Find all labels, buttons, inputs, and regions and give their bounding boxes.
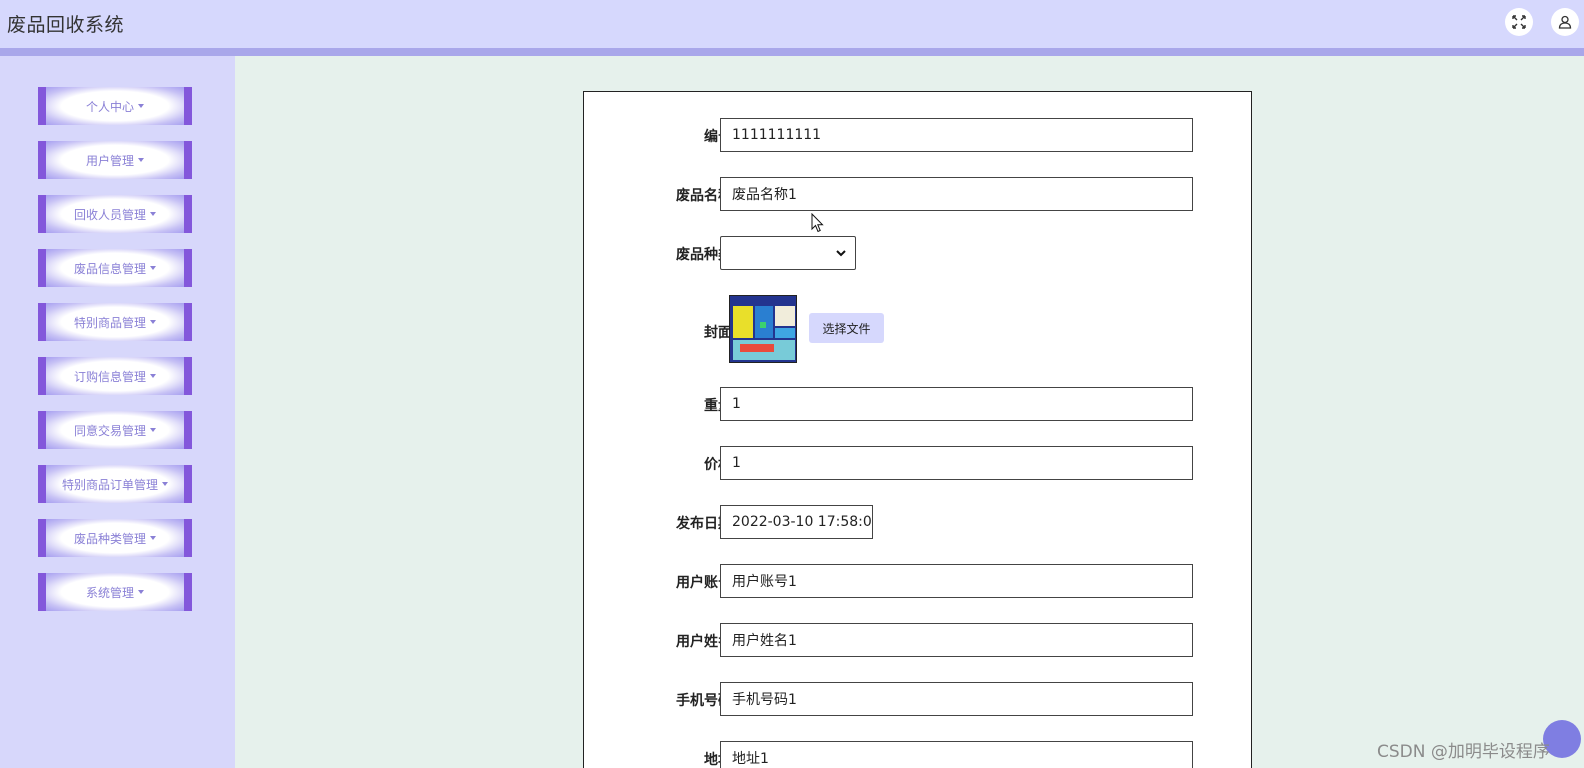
sidebar-item-label: 特别商品订单管理 <box>61 477 158 492</box>
code-input[interactable]: 1111111111 <box>720 118 1193 152</box>
cover-label: 封面 <box>704 325 732 341</box>
sidebar-item-special-goods-management[interactable]: 特别商品管理 <box>38 303 192 341</box>
sidebar-item-recycler-management[interactable]: 回收人员管理 <box>38 195 192 233</box>
publish-date-input[interactable]: 2022-03-10 17:58:09 <box>720 505 873 539</box>
sidebar-item-agreed-trade-management[interactable]: 同意交易管理 <box>38 411 192 449</box>
sidebar-item-label: 系统管理 <box>85 585 134 600</box>
top-bar: 废品回收系统 <box>0 0 1584 48</box>
category-select[interactable] <box>720 236 856 270</box>
watermark: CSDN @加明毕设程序 <box>1377 742 1550 762</box>
fullscreen-icon[interactable] <box>1505 8 1533 36</box>
sidebar-item-user-management[interactable]: 用户管理 <box>38 141 192 179</box>
sidebar-item-waste-category-management[interactable]: 废品种类管理 <box>38 519 192 557</box>
sidebar-item-label: 废品信息管理 <box>73 261 146 276</box>
address-label: 地址 <box>704 752 732 768</box>
account-label: 用户账号 <box>676 575 732 591</box>
user-icon[interactable] <box>1551 8 1579 36</box>
caret-down-icon <box>150 428 156 432</box>
publish-date-label: 发布日期 <box>676 516 732 532</box>
waste-info-form: 编号 1111111111 废品名称 废品名称1 废品种类 封面 选择文件 重量… <box>583 91 1252 768</box>
weight-label: 重量 <box>704 398 732 414</box>
sidebar-item-special-goods-order-management[interactable]: 特别商品订单管理 <box>38 465 192 503</box>
caret-down-icon <box>162 482 168 486</box>
name-label: 废品名称 <box>676 188 732 204</box>
price-label: 价格 <box>704 457 732 473</box>
chevron-down-icon <box>836 250 846 257</box>
username-input[interactable]: 用户姓名1 <box>720 623 1193 657</box>
sidebar-item-label: 个人中心 <box>85 99 134 114</box>
sidebar-item-label: 订购信息管理 <box>73 369 146 384</box>
sidebar-item-system-management[interactable]: 系统管理 <box>38 573 192 611</box>
caret-down-icon <box>150 374 156 378</box>
sidebar-item-label: 回收人员管理 <box>73 207 146 222</box>
sidebar-item-label: 用户管理 <box>85 153 134 168</box>
sidebar-item-label: 特别商品管理 <box>73 315 146 330</box>
choose-file-button[interactable]: 选择文件 <box>809 313 884 343</box>
sidebar-item-waste-info-management[interactable]: 废品信息管理 <box>38 249 192 287</box>
caret-down-icon <box>150 320 156 324</box>
caret-down-icon <box>150 536 156 540</box>
mouse-cursor-icon <box>811 213 824 233</box>
caret-down-icon <box>150 212 156 216</box>
phone-input[interactable]: 手机号码1 <box>720 682 1193 716</box>
phone-label: 手机号码 <box>676 693 732 709</box>
username-label: 用户姓名 <box>676 634 732 650</box>
weight-input[interactable]: 1 <box>720 387 1193 421</box>
account-input[interactable]: 用户账号1 <box>720 564 1193 598</box>
cover-thumbnail <box>729 295 797 363</box>
caret-down-icon <box>138 104 144 108</box>
category-label: 废品种类 <box>676 247 732 263</box>
sidebar-item-label: 同意交易管理 <box>73 423 146 438</box>
sidebar-item-label: 废品种类管理 <box>73 531 146 546</box>
address-input[interactable]: 地址1 <box>720 741 1193 768</box>
waste-name-input[interactable]: 废品名称1 <box>720 177 1193 211</box>
header-divider <box>0 48 1584 56</box>
code-label: 编号 <box>704 129 732 145</box>
caret-down-icon <box>138 590 144 594</box>
sidebar-item-personal-center[interactable]: 个人中心 <box>38 87 192 125</box>
caret-down-icon <box>138 158 144 162</box>
app-title: 废品回收系统 <box>7 14 125 36</box>
price-input[interactable]: 1 <box>720 446 1193 480</box>
sidebar-item-order-info-management[interactable]: 订购信息管理 <box>38 357 192 395</box>
caret-down-icon <box>150 266 156 270</box>
